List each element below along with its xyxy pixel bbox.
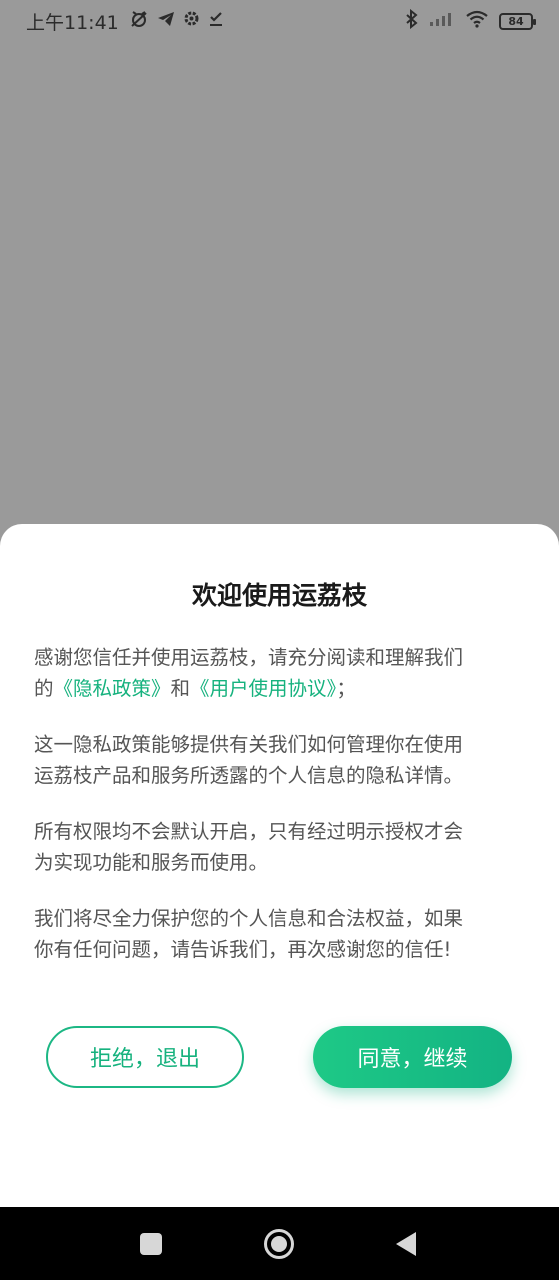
- download-done-icon: [208, 10, 224, 32]
- back-triangle-icon: [396, 1231, 416, 1256]
- policy-paragraph: 这一隐私政策能够提供有关我们如何管理你在使用 运荔枝产品和服务所透露的个人信息的…: [34, 729, 526, 791]
- intro-paragraph: 感谢您信任并使用运荔枝，请充分阅读和理解我们 的《隐私政策》和《用户使用协议》；: [34, 642, 526, 704]
- telegram-icon: [157, 10, 175, 33]
- alarm-off-icon: [129, 9, 149, 34]
- bluetooth-icon: [405, 8, 419, 33]
- protection-line-2: 你有任何问题，请告诉我们，再次感谢您的信任!: [34, 938, 452, 961]
- protection-paragraph: 我们将尽全力保护您的个人信息和合法权益，如果 你有任何问题，请告诉我们，再次感谢…: [34, 903, 526, 965]
- back-button[interactable]: [376, 1207, 436, 1280]
- permissions-paragraph: 所有权限均不会默认开启，只有经过明示授权才会 为实现功能和服务而使用。: [34, 816, 526, 878]
- circle-icon: [264, 1228, 294, 1259]
- policy-line-2: 运荔枝产品和服务所透露的个人信息的隐私详情。: [34, 764, 464, 787]
- intro-conjunction: 和: [170, 677, 191, 700]
- square-icon: [140, 1232, 162, 1255]
- recent-apps-button[interactable]: [121, 1207, 181, 1280]
- battery-level: 84: [508, 14, 524, 28]
- dialog-body: 感谢您信任并使用运荔枝，请充分阅读和理解我们 的《隐私政策》和《用户使用协议》；…: [34, 642, 526, 990]
- gear-icon: [183, 10, 200, 32]
- policy-line-1: 这一隐私政策能够提供有关我们如何管理你在使用: [34, 733, 464, 756]
- status-time: 上午11:41: [26, 11, 119, 34]
- agree-continue-button[interactable]: 同意，继续: [313, 1026, 512, 1088]
- protection-line-1: 我们将尽全力保护您的个人信息和合法权益，如果: [34, 907, 464, 930]
- signal-icon: [429, 11, 455, 31]
- status-right: 84: [405, 8, 536, 33]
- intro-prefix: 的: [34, 677, 54, 700]
- decline-exit-button[interactable]: 拒绝，退出: [46, 1026, 244, 1088]
- wifi-icon: [465, 10, 489, 32]
- intro-suffix: ；: [336, 677, 356, 700]
- permissions-line-2: 为实现功能和服务而使用。: [34, 851, 269, 874]
- home-button[interactable]: [249, 1207, 309, 1280]
- status-bar: 上午11:41 84: [0, 0, 559, 44]
- privacy-policy-link[interactable]: 《隐私政策》: [54, 677, 171, 700]
- dialog-title: 欢迎使用运荔枝: [191, 581, 367, 610]
- privacy-dialog: 欢迎使用运荔枝 感谢您信任并使用运荔枝，请充分阅读和理解我们 的《隐私政策》和《…: [0, 524, 559, 1207]
- permissions-line-1: 所有权限均不会默认开启，只有经过明示授权才会: [34, 820, 464, 843]
- intro-line-1: 感谢您信任并使用运荔枝，请充分阅读和理解我们: [34, 646, 464, 669]
- user-agreement-link[interactable]: 《用户使用协议》: [190, 677, 336, 700]
- battery-icon: 84: [499, 12, 536, 30]
- intro-line-2: 的《隐私政策》和《用户使用协议》；: [34, 673, 526, 704]
- navigation-bar: [0, 1207, 559, 1280]
- status-left: 上午11:41: [26, 9, 224, 34]
